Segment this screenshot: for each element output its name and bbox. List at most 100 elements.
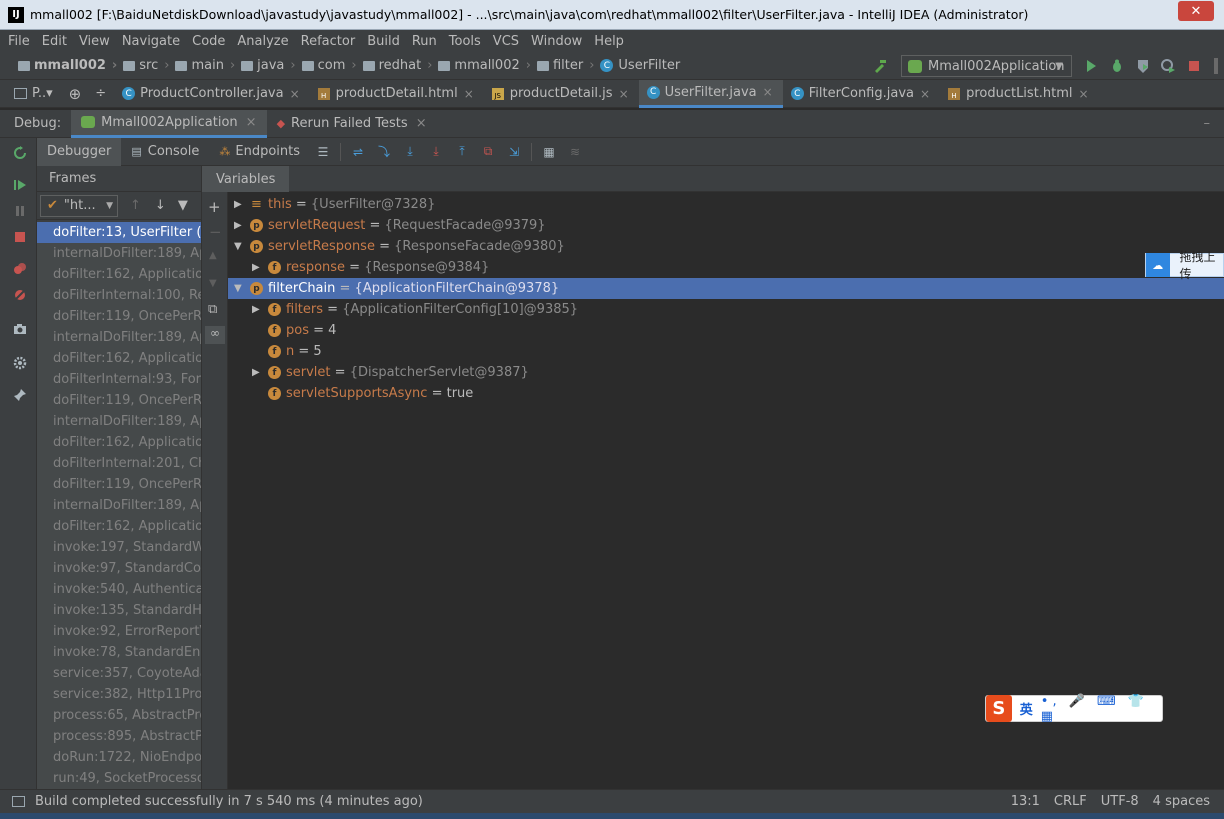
frame-item[interactable]: run:49, SocketProcessorB bbox=[37, 768, 201, 789]
pause-icon[interactable] bbox=[13, 204, 27, 218]
menu-file[interactable]: File bbox=[8, 34, 30, 49]
menu-vcs[interactable]: VCS bbox=[493, 34, 519, 49]
breadcrumb-item[interactable]: mmall002 › bbox=[18, 58, 117, 73]
frame-item[interactable]: invoke:92, ErrorReportVa bbox=[37, 621, 201, 642]
remove-watch-icon[interactable]: − bbox=[209, 223, 222, 241]
step-out-icon[interactable]: ⤒ bbox=[455, 144, 469, 159]
build-hammer-icon[interactable] bbox=[872, 58, 888, 74]
tab-file[interactable]: HproductList.html × bbox=[940, 80, 1099, 108]
frame-item[interactable]: service:382, Http11Proces bbox=[37, 684, 201, 705]
frame-item[interactable]: invoke:97, StandardConte bbox=[37, 558, 201, 579]
breadcrumb-item[interactable]: com › bbox=[301, 58, 357, 73]
profile-icon[interactable] bbox=[1160, 58, 1176, 74]
frame-item[interactable]: doRun:1722, NioEndpoint bbox=[37, 747, 201, 768]
tool-windows-icon[interactable] bbox=[12, 796, 25, 807]
locate-button[interactable]: ⊕ bbox=[63, 80, 88, 108]
frame-item[interactable]: doFilter:119, OncePerReq bbox=[37, 390, 201, 411]
step-into-icon[interactable]: ⤓ bbox=[403, 144, 417, 159]
menu-help[interactable]: Help bbox=[594, 34, 624, 49]
breadcrumb-item[interactable]: mmall002 › bbox=[438, 58, 531, 73]
view-breakpoints-icon[interactable] bbox=[13, 262, 27, 276]
breadcrumb-item[interactable]: java › bbox=[241, 58, 296, 73]
trace-stream-icon[interactable]: ≋ bbox=[568, 145, 582, 159]
variable-row[interactable]: ▶ p servletRequest = {RequestFacade@9379} bbox=[228, 215, 1224, 236]
breadcrumb-item[interactable]: src › bbox=[123, 58, 169, 73]
run-to-cursor-icon[interactable]: ⇲ bbox=[507, 145, 521, 159]
layout-menu-icon[interactable]: ☰ bbox=[316, 145, 330, 159]
camera-icon[interactable] bbox=[13, 322, 27, 336]
expand-arrow-icon[interactable]: ▶ bbox=[252, 262, 262, 273]
arrow-down-icon[interactable]: ↓ bbox=[155, 198, 166, 213]
breadcrumb-item[interactable]: filter › bbox=[536, 58, 594, 73]
frame-item[interactable]: internalDoFilter:189, Appli bbox=[37, 495, 201, 516]
arrow-up-icon[interactable]: ↑ bbox=[130, 198, 141, 213]
menu-refactor[interactable]: Refactor bbox=[301, 34, 356, 49]
variable-row[interactable]: f servletSupportsAsync = true bbox=[228, 383, 1224, 404]
ime-language[interactable]: 英 bbox=[1020, 699, 1033, 718]
frame-item[interactable]: internalDoFilter:189, Appli bbox=[37, 327, 201, 348]
frame-item[interactable]: internalDoFilter:189, Appli bbox=[37, 243, 201, 264]
menu-window[interactable]: Window bbox=[531, 34, 582, 49]
settings-icon[interactable] bbox=[13, 356, 27, 370]
stop-icon[interactable] bbox=[13, 230, 27, 244]
variable-row[interactable]: fn = 5 bbox=[228, 341, 1224, 362]
breadcrumb-item[interactable]: redhat › bbox=[362, 58, 432, 73]
minimize-icon[interactable]: – bbox=[1204, 116, 1211, 131]
collapse-arrow-icon[interactable]: ▼ bbox=[234, 241, 244, 252]
add-watch-icon[interactable]: + bbox=[208, 198, 221, 216]
baidu-upload-widget[interactable]: ☁ 拖拽上传 bbox=[1145, 250, 1224, 281]
variable-row[interactable]: f pos = 4 bbox=[228, 320, 1224, 341]
frame-item[interactable]: invoke:197, StandardWrap bbox=[37, 537, 201, 558]
toolbar-overflow[interactable] bbox=[1214, 58, 1218, 74]
indent-setting[interactable]: 4 spaces bbox=[1153, 794, 1210, 809]
menu-navigate[interactable]: Navigate bbox=[122, 34, 180, 49]
frame-item[interactable]: doFilterInternal:93, FormC bbox=[37, 369, 201, 390]
variable-row[interactable]: ▶ ≡ this = {UserFilter@7328} bbox=[228, 194, 1224, 215]
frame-item[interactable]: invoke:78, StandardEngin bbox=[37, 642, 201, 663]
line-separator[interactable]: CRLF bbox=[1054, 794, 1087, 809]
coverage-icon[interactable] bbox=[1135, 58, 1151, 74]
glasses-icon[interactable]: ∞ bbox=[205, 326, 225, 344]
close-tab-icon[interactable]: × bbox=[464, 87, 474, 101]
tab-endpoints[interactable]: ⁂ Endpoints bbox=[209, 138, 310, 166]
tab-file[interactable]: C ProductController.java × bbox=[114, 80, 310, 108]
tab-file-active[interactable]: C UserFilter.java × bbox=[638, 79, 783, 108]
expand-arrow-icon[interactable]: ▶ bbox=[234, 220, 244, 231]
ime-toolbar[interactable]: S 英 •, 🎤 ⌨ 👕 ▦ bbox=[985, 694, 1163, 724]
status-message[interactable]: Build completed successfully in 7 s 540 … bbox=[35, 794, 423, 809]
variable-row[interactable]: ▼ p servletResponse = {ResponseFacade@9380… bbox=[228, 236, 1224, 257]
breadcrumb-item[interactable]: C UserFilter bbox=[600, 58, 680, 73]
frame-item[interactable]: doFilter:162, ApplicationFi bbox=[37, 264, 201, 285]
filter-icon[interactable]: ▼ bbox=[178, 198, 188, 213]
close-tab-icon[interactable]: × bbox=[246, 115, 257, 130]
close-tab-icon[interactable]: × bbox=[290, 87, 300, 101]
expand-arrow-icon[interactable]: ▶ bbox=[252, 304, 262, 315]
run-icon[interactable] bbox=[1083, 58, 1099, 74]
frame-item[interactable]: process:895, AbstractProt bbox=[37, 726, 201, 747]
move-up-icon[interactable]: ▲ bbox=[209, 250, 217, 261]
menu-code[interactable]: Code bbox=[192, 34, 225, 49]
variable-row[interactable]: ▶ f filters = {ApplicationFilterConfig[10]… bbox=[228, 299, 1224, 320]
pin-icon[interactable] bbox=[13, 388, 27, 402]
frame-item-selected[interactable]: doFilter:13, UserFilter (co bbox=[37, 222, 201, 243]
frame-item[interactable]: service:357, CoyoteAdapte bbox=[37, 663, 201, 684]
frame-item[interactable]: internalDoFilter:189, Appli bbox=[37, 411, 201, 432]
frame-item[interactable]: process:65, AbstractProce bbox=[37, 705, 201, 726]
collapse-arrow-icon[interactable]: ▼ bbox=[234, 283, 244, 294]
resume-icon[interactable] bbox=[13, 178, 27, 192]
close-tab-icon[interactable]: × bbox=[619, 87, 629, 101]
tab-file[interactable]: JS productDetail.js × bbox=[484, 80, 639, 108]
rerun-icon[interactable] bbox=[13, 146, 27, 160]
close-tab-icon[interactable]: × bbox=[416, 116, 427, 131]
expand-arrow-icon[interactable]: ▶ bbox=[252, 367, 262, 378]
stop-icon[interactable] bbox=[1186, 58, 1202, 74]
copy-icon[interactable]: ⧉ bbox=[208, 302, 217, 317]
menu-edit[interactable]: Edit bbox=[42, 34, 67, 49]
frame-item[interactable]: doFilterInternal:100, Requ bbox=[37, 285, 201, 306]
variable-row[interactable]: ▶ f servlet = {DispatcherServlet@9387} bbox=[228, 362, 1224, 383]
frame-item[interactable]: doFilter:162, ApplicationFi bbox=[37, 432, 201, 453]
frame-item[interactable]: doFilter:162, ApplicationFi bbox=[37, 516, 201, 537]
force-step-into-icon[interactable]: ⤓ bbox=[429, 144, 443, 159]
tab-debugger[interactable]: Debugger bbox=[37, 137, 122, 166]
tab-project[interactable]: P..▾ bbox=[0, 80, 63, 108]
